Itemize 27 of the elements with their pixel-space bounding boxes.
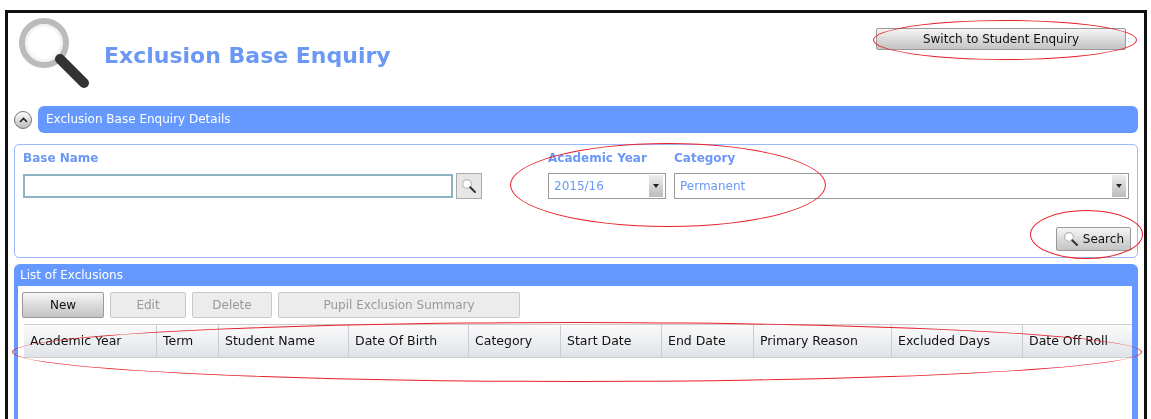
search-icon: [461, 178, 477, 194]
lookup-button[interactable]: [456, 173, 482, 199]
input-field[interactable]: [23, 174, 453, 198]
column-header[interactable]: Term: [157, 325, 219, 357]
toolbar-button[interactable]: New: [22, 292, 104, 318]
column-header[interactable]: Primary Reason: [754, 325, 892, 357]
column-header[interactable]: Student Name: [219, 325, 349, 357]
section-header: Exclusion Base Enquiry Details: [38, 106, 1138, 133]
collapse-toggle[interactable]: [14, 110, 32, 129]
field-label: Base Name: [23, 151, 100, 167]
switch-button[interactable]: Switch to Student Enquiry: [876, 28, 1126, 50]
dropdown-arrow-icon: [653, 184, 659, 188]
column-header[interactable]: End Date: [662, 325, 754, 357]
column-header[interactable]: Start Date: [561, 325, 662, 357]
dropdown-arrow-icon: [1116, 184, 1122, 188]
search-icon: [1062, 231, 1079, 247]
chevron-up-icon: [18, 116, 28, 123]
search-button[interactable]: Search: [1055, 227, 1131, 251]
column-header[interactable]: Category: [469, 325, 561, 357]
column-header[interactable]: Excluded Days: [892, 325, 1023, 357]
column-header[interactable]: Date Of Birth: [349, 325, 469, 357]
field-label: Category: [674, 151, 737, 167]
column-header[interactable]: Academic Year: [24, 325, 157, 357]
panel-title: List of Exclusions: [19, 267, 124, 284]
page-title: Exclusion Base Enquiry: [104, 43, 391, 68]
field-label: Academic Year: [548, 151, 648, 167]
column-header[interactable]: Date Off Roll: [1023, 325, 1132, 357]
